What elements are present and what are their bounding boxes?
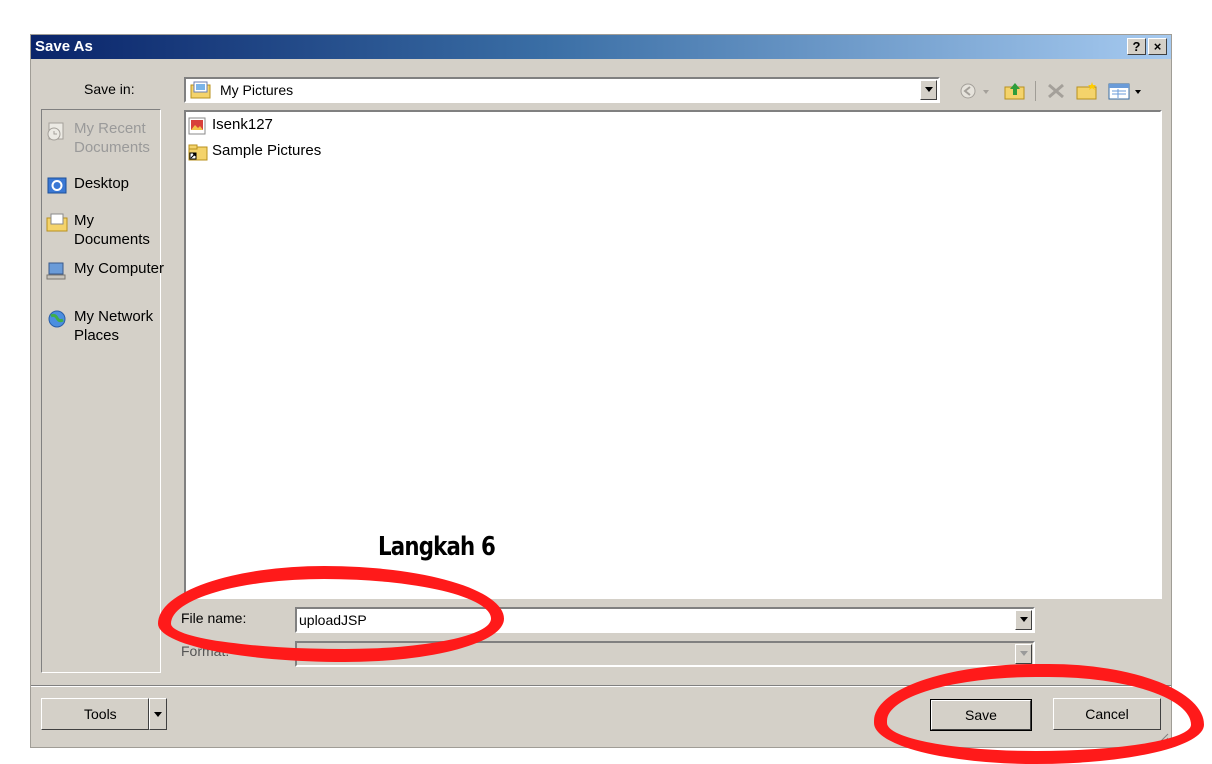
dialog-separator [31, 685, 1171, 687]
cancel-button[interactable]: Cancel [1053, 698, 1161, 730]
my-pictures-folder-icon [190, 81, 211, 99]
tools-label: Tools [84, 706, 117, 722]
place-label: My Computer [74, 260, 165, 277]
place-label: My Recent Documents [74, 120, 150, 156]
file-name-label: Sample Pictures [212, 142, 322, 159]
help-button[interactable]: ? [1127, 38, 1146, 55]
toolbar-separator [1035, 81, 1036, 101]
tools-button[interactable]: Tools [41, 698, 149, 730]
save-label: Save [965, 707, 997, 723]
place-my-documents[interactable]: My Documents [46, 211, 162, 253]
file-name-label: File name: [181, 610, 247, 626]
resize-grip-icon[interactable] [1157, 733, 1169, 745]
place-label: My Documents [74, 212, 150, 248]
place-my-network-places[interactable]: My Network Places [46, 307, 162, 349]
save-button[interactable]: Save [930, 699, 1032, 731]
views-menu-icon[interactable] [1107, 81, 1147, 101]
file-name-label: Isenk127 [212, 116, 273, 133]
chevron-down-icon [154, 712, 162, 717]
my-computer-icon [46, 262, 66, 280]
place-label: My Network Places [74, 308, 154, 344]
file-item-sample-pictures[interactable]: Sample Pictures [188, 141, 348, 163]
network-places-icon [48, 310, 66, 328]
recent-documents-icon [47, 122, 64, 141]
my-documents-icon [46, 213, 68, 232]
format-label: Format: [181, 643, 230, 659]
dialog-title: Save As [35, 38, 93, 55]
annotation-step-label: Langkah 6 [378, 532, 496, 562]
save-in-combo[interactable]: My Pictures [184, 77, 940, 103]
up-one-level-icon[interactable] [1003, 81, 1027, 101]
file-name-value: uploadJSP [299, 612, 367, 628]
title-bar[interactable]: Save As ? × [31, 35, 1171, 59]
image-file-icon [188, 117, 206, 135]
places-bar: My Recent Documents Desktop My Documents… [41, 109, 164, 673]
file-name-input[interactable]: uploadJSP [295, 607, 1035, 633]
save-as-dialog: Save As ? × Save in: My Pictures My Rece… [30, 34, 1172, 748]
back-icon[interactable] [959, 81, 993, 101]
close-button[interactable]: × [1148, 38, 1167, 55]
folder-shortcut-icon [188, 144, 208, 161]
file-list[interactable]: Isenk127 Sample Pictures [184, 110, 1162, 599]
desktop-icon [47, 177, 67, 194]
tools-dropdown-button[interactable] [149, 698, 167, 730]
place-label: Desktop [74, 175, 130, 192]
save-in-label: Save in: [84, 81, 135, 97]
cancel-label: Cancel [1085, 706, 1129, 722]
file-name-dropdown-button[interactable] [1015, 610, 1032, 630]
delete-icon[interactable] [1045, 81, 1067, 101]
place-my-computer[interactable]: My Computer [46, 259, 164, 301]
save-in-value: My Pictures [220, 82, 294, 98]
file-item-isenk127[interactable]: Isenk127 [188, 115, 308, 137]
place-my-recent-documents[interactable]: My Recent Documents [46, 119, 162, 163]
new-folder-icon[interactable] [1075, 81, 1099, 101]
format-value: JPEG Format [299, 646, 384, 662]
save-in-dropdown-button[interactable] [920, 80, 937, 100]
format-select[interactable]: JPEG Format [295, 641, 1035, 667]
format-dropdown-button[interactable] [1015, 644, 1032, 664]
place-desktop[interactable]: Desktop [46, 174, 162, 198]
